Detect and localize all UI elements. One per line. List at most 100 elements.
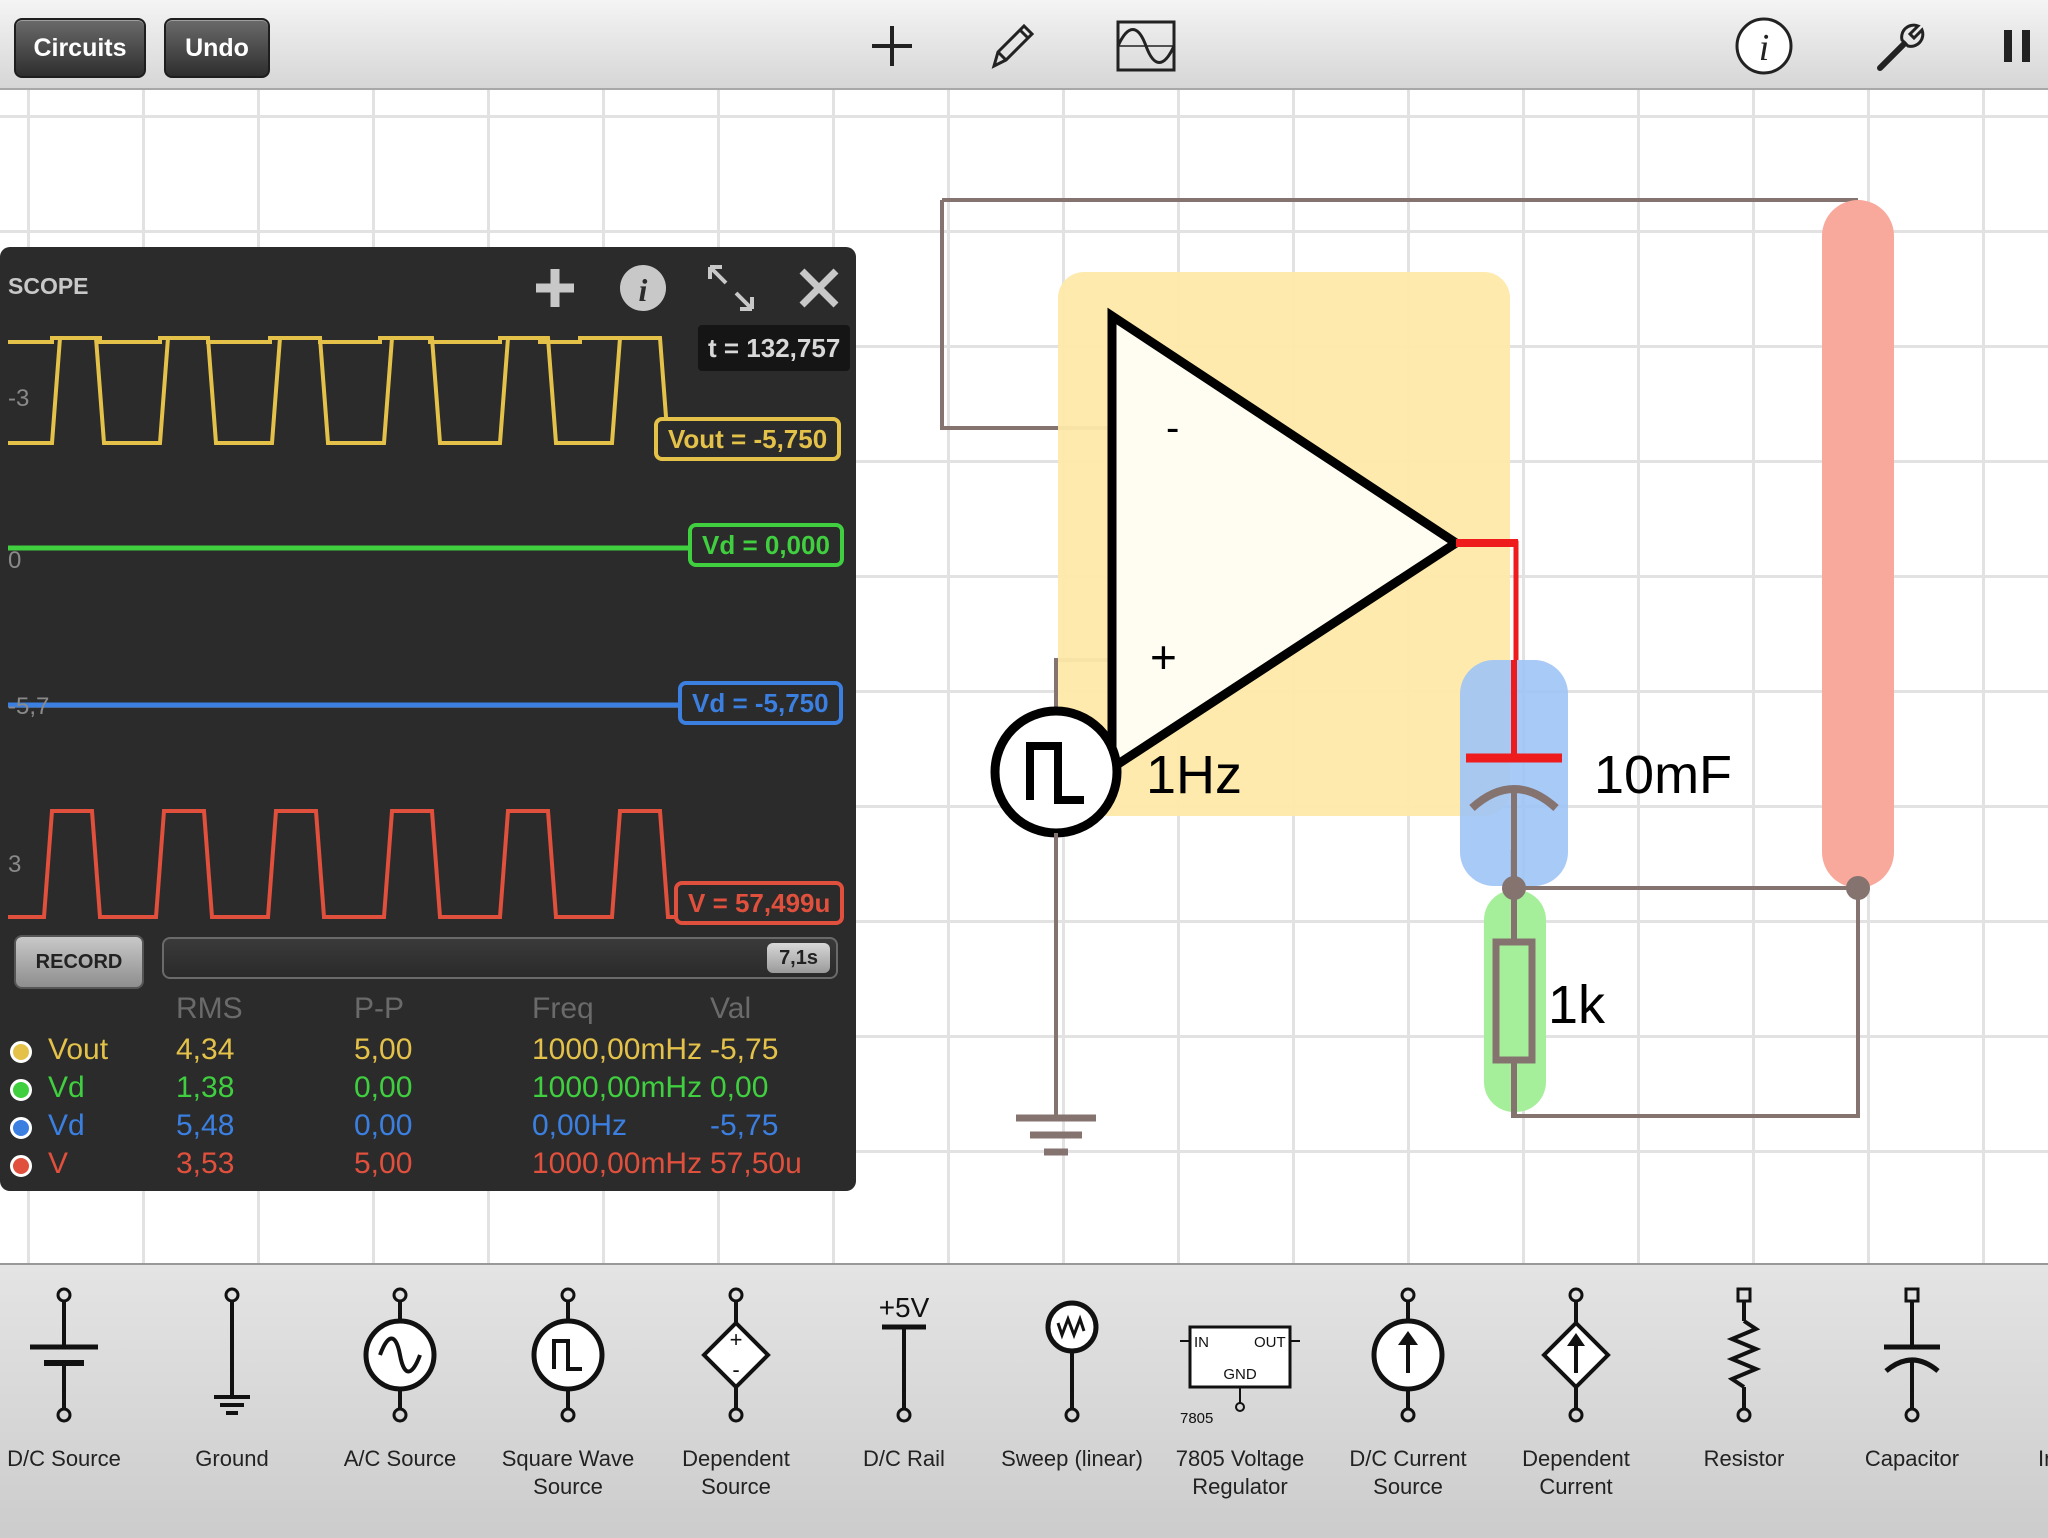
- v-trace: [8, 809, 700, 919]
- opamp-plus-label: +: [1150, 631, 1177, 683]
- palette-item-capacitor[interactable]: Capacitor: [1828, 1265, 1996, 1538]
- probe-label-v[interactable]: V = 57,499u: [674, 881, 845, 925]
- pp-value: 5,00: [354, 1147, 413, 1180]
- stats-row: Vout 4,34 5,00 1000,00mHz -5,75: [0, 1033, 856, 1071]
- square-wave-icon: [531, 1287, 605, 1423]
- regulator-gnd-label: GND: [1223, 1366, 1257, 1383]
- scope-panel[interactable]: SCOPE i -3 0 -5,7 3 t = 132,757 Vout = -…: [0, 247, 856, 1191]
- palette-label: Resistor: [1703, 1446, 1785, 1471]
- palette-label: A/C Source: [343, 1446, 457, 1471]
- series-name: Vout: [48, 1033, 109, 1066]
- regulator-out-label: OUT: [1254, 1334, 1286, 1351]
- series-dot[interactable]: [10, 1117, 32, 1139]
- palette-label: Dependent Current: [1522, 1446, 1630, 1499]
- column-pp: P-P: [354, 992, 405, 1025]
- dependent-current-icon: [1541, 1287, 1611, 1423]
- rms-value: 4,34: [176, 1033, 235, 1066]
- palette-label: In: [2038, 1446, 2048, 1471]
- series-dot[interactable]: [10, 1041, 32, 1063]
- axis-label-3: -5,7: [8, 693, 50, 720]
- info-icon[interactable]: i: [1732, 14, 1796, 78]
- capacitor-value-label: 10mF: [1594, 745, 1733, 805]
- palette-item-ac-source[interactable]: A/C Source: [316, 1265, 484, 1538]
- pp-value: 0,00: [354, 1071, 413, 1104]
- palette-item-dc-source[interactable]: D/C Source: [0, 1265, 148, 1538]
- freq-value: 1000,00mHz: [532, 1033, 703, 1066]
- freq-value: 1000,00mHz: [532, 1147, 703, 1180]
- val-value: -5,75: [710, 1109, 779, 1142]
- probe-label-vout[interactable]: Vout = -5,750: [654, 417, 842, 461]
- dc-rail-icon: +5V: [879, 1292, 930, 1423]
- pp-value: 5,00: [354, 1033, 413, 1066]
- palette-label: Ground: [195, 1446, 269, 1471]
- rms-value: 3,53: [176, 1147, 235, 1180]
- axis-label-1: -3: [8, 385, 30, 412]
- ac-source-icon: [363, 1287, 437, 1423]
- palette-item-7805-regulator[interactable]: IN OUT GND 7805 7805 Voltage Regulator: [1156, 1265, 1324, 1538]
- rms-value: 1,38: [176, 1071, 235, 1104]
- rms-value: 5,48: [176, 1109, 235, 1142]
- series-dot[interactable]: [10, 1155, 32, 1177]
- freq-value: 0,00Hz: [532, 1109, 628, 1142]
- dependent-source-icon: + -: [701, 1287, 771, 1423]
- series-name: Vd: [48, 1071, 85, 1104]
- series-name: Vd: [48, 1109, 85, 1142]
- scope-wave-icon[interactable]: [1114, 14, 1178, 78]
- palette-item-sweep[interactable]: Sweep (linear): [988, 1265, 1156, 1538]
- val-value: 0,00: [710, 1071, 769, 1104]
- resistor-value-label: 1k: [1548, 975, 1606, 1035]
- palette-item-square-wave-source[interactable]: Square Wave Source: [484, 1265, 652, 1538]
- palette-item-dc-rail[interactable]: +5V D/C Rail: [820, 1265, 988, 1538]
- pause-icon[interactable]: [1994, 14, 2044, 78]
- circuits-button[interactable]: Circuits: [14, 18, 146, 78]
- axis-label-4: 3: [8, 851, 22, 878]
- palette-label: D/C Rail: [863, 1446, 945, 1471]
- sweep-icon: [1045, 1300, 1099, 1423]
- palette-item-dependent-source[interactable]: + - Dependent Source: [652, 1265, 820, 1538]
- palette-label: D/C Source: [7, 1446, 121, 1471]
- pencil-icon[interactable]: [980, 14, 1044, 78]
- palette-label: Capacitor: [1864, 1446, 1960, 1471]
- record-button[interactable]: RECORD: [14, 935, 144, 989]
- add-icon[interactable]: [860, 14, 924, 78]
- stats-row: V 3,53 5,00 1000,00mHz 57,50u: [0, 1147, 856, 1185]
- freq-value: 1000,00mHz: [532, 1071, 703, 1104]
- time-readout: t = 132,757: [698, 325, 851, 371]
- record-time: 7,1s: [767, 943, 830, 973]
- axis-label-2: 0: [8, 547, 22, 574]
- probe-label-vd-green[interactable]: Vd = 0,000: [688, 523, 844, 567]
- record-timeline[interactable]: 7,1s: [162, 937, 838, 979]
- capacitor-icon: [1884, 1287, 1940, 1423]
- undo-button[interactable]: Undo: [164, 18, 270, 78]
- regulator-in-label: IN: [1194, 1334, 1209, 1351]
- svg-text:-: -: [732, 1357, 739, 1382]
- regulator-icon: IN OUT GND 7805: [1180, 1325, 1300, 1427]
- pp-value: 0,00: [354, 1109, 413, 1142]
- stats-row: Vd 5,48 0,00 0,00Hz -5,75: [0, 1109, 856, 1147]
- column-freq: Freq: [532, 992, 594, 1025]
- series-name: V: [48, 1147, 69, 1180]
- dc-source-icon: [30, 1287, 98, 1423]
- svg-text:+: +: [730, 1327, 743, 1352]
- palette-item-ground[interactable]: Ground: [148, 1265, 316, 1538]
- val-value: -5,75: [710, 1033, 779, 1066]
- palette-item-dc-current-source[interactable]: D/C Current Source: [1324, 1265, 1492, 1538]
- palette-item-dependent-current[interactable]: Dependent Current: [1492, 1265, 1660, 1538]
- probe-highlight-red: [1822, 200, 1894, 888]
- opamp-minus-label: -: [1166, 406, 1180, 450]
- series-dot[interactable]: [10, 1079, 32, 1101]
- probe-label-vd-blue[interactable]: Vd = -5,750: [678, 681, 843, 725]
- palette-item-resistor[interactable]: Resistor: [1660, 1265, 1828, 1538]
- current-source-icon: [1371, 1287, 1445, 1423]
- regulator-part-label: 7805: [1180, 1410, 1213, 1427]
- svg-text:i: i: [1759, 27, 1770, 69]
- toolbar: Circuits Undo i: [0, 0, 2048, 90]
- wrench-icon[interactable]: [1866, 14, 1930, 78]
- resistor-icon: [1726, 1287, 1762, 1423]
- source-frequency-label: 1Hz: [1146, 745, 1243, 805]
- palette-item-partial[interactable]: In: [1996, 1265, 2048, 1538]
- palette-label: Square Wave Source: [501, 1446, 635, 1499]
- ground-icon: [214, 1287, 250, 1415]
- column-val: Val: [710, 992, 752, 1025]
- component-palette[interactable]: D/C Source Ground A/C Source Square Wave…: [0, 1263, 2048, 1538]
